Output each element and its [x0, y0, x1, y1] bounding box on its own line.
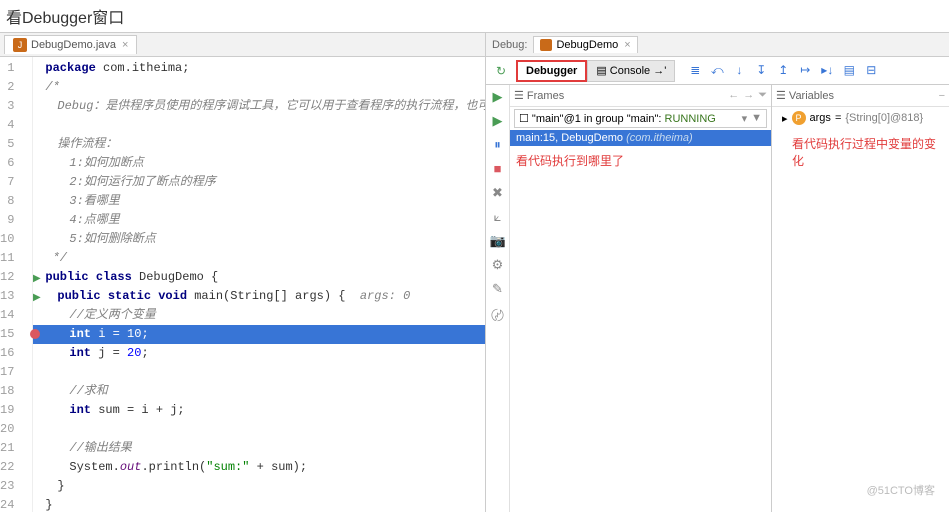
code-line[interactable] — [33, 363, 485, 382]
code-line[interactable]: System.out.println("sum:" + sum); — [33, 458, 485, 477]
editor-tab-label: DebugDemo.java — [31, 39, 116, 51]
debug-action-icon[interactable]: ■ — [490, 161, 506, 177]
debug-action-icon[interactable]: ✎ — [490, 281, 506, 297]
thread-label: ☐ "main"@1 in group "main": RUNNING — [519, 112, 716, 125]
frames-header: ☰ Frames ←→⏷ — [510, 85, 771, 107]
param-icon: P — [792, 111, 806, 125]
step-icon[interactable]: ↓ — [731, 63, 747, 79]
code-body[interactable]: package com.itheima;/*Debug：是供程序员使用的程序调试… — [33, 57, 485, 512]
debug-body: ▶▶⏸■✖⟀📷⚙✎〄 ☰ Frames ←→⏷ ☐ "main"@1 in gr… — [486, 85, 949, 512]
close-icon[interactable]: × — [122, 39, 128, 51]
code-line[interactable]: 5:如何删除断点 — [33, 230, 485, 249]
arrow-right-icon[interactable]: → — [743, 89, 754, 102]
code-line[interactable]: //输出结果 — [33, 439, 485, 458]
editor-tab[interactable]: J DebugDemo.java × — [4, 35, 137, 54]
debug-action-icon[interactable]: ⟀ — [490, 209, 506, 225]
step-icon[interactable]: ↥ — [775, 63, 791, 79]
variables-panel: ☰ Variables − ▸ P args = {String[0]@818}… — [772, 85, 949, 512]
variables-header: ☰ Variables − — [772, 85, 949, 107]
code-line[interactable]: Debug：是供程序员使用的程序调试工具，它可以用于查看程序的执行流程，也可以用… — [33, 97, 485, 116]
debug-action-icon[interactable]: ⚙ — [490, 257, 506, 273]
debug-action-icon[interactable]: 〄 — [490, 305, 506, 321]
run-gutter-icon[interactable]: ▶ — [33, 289, 41, 308]
gutter[interactable]: 1234567891011▶12▶13141516171819202122232… — [0, 57, 33, 512]
debug-header: Debug: DebugDemo × — [486, 33, 949, 57]
tab-console[interactable]: ▤ Console →' — [587, 60, 675, 82]
code-line[interactable]: } — [33, 477, 485, 496]
code-line[interactable]: int i = 10; — [33, 325, 485, 344]
app-window: J DebugDemo.java × 1234567891011▶12▶1314… — [0, 32, 949, 512]
code-line[interactable]: public static void main(String[] args) {… — [33, 287, 485, 306]
code-line[interactable]: } — [33, 496, 485, 512]
variable-value: {String[0]@818} — [845, 112, 923, 124]
debug-action-icon[interactable]: ✖ — [490, 185, 506, 201]
code-line[interactable]: 2:如何运行加了断点的程序 — [33, 173, 485, 192]
debug-left-toolbar: ▶ ▶ ⏸ ■ ✖ ⟀ 📷 ⚙ ✎ 〄 — [486, 85, 510, 512]
code-line[interactable]: //求和 — [33, 382, 485, 401]
rerun-icon[interactable]: ↻ — [490, 64, 512, 78]
code-line[interactable]: 3:看哪里 — [33, 192, 485, 211]
editor-pane: J DebugDemo.java × 1234567891011▶12▶1314… — [0, 33, 486, 512]
code-line[interactable]: //定义两个变量 — [33, 306, 485, 325]
debug-config-label: DebugDemo — [556, 39, 618, 51]
close-icon[interactable]: × — [624, 39, 630, 51]
annotation-frames: 看代码执行到哪里了 — [510, 146, 771, 175]
debug-action-icon[interactable]: ⏸ — [490, 137, 506, 153]
code-line[interactable]: 4:点哪里 — [33, 211, 485, 230]
debug-action-icon[interactable]: 📷 — [490, 233, 506, 249]
code-line[interactable]: int j = 20; — [33, 344, 485, 363]
chevron-down-icon[interactable]: ▾ — [742, 112, 748, 125]
thread-selector[interactable]: ☐ "main"@1 in group "main": RUNNING ▾▼ — [514, 109, 767, 128]
step-icon[interactable]: ⤺ — [709, 63, 725, 79]
step-buttons: ≣ ⤺ ↓ ↧ ↥ ↦ ▸↓ ▤ ⊟ — [687, 63, 879, 79]
step-icon[interactable]: ▸↓ — [819, 63, 835, 79]
debug-pane: Debug: DebugDemo × ↻ Debugger ▤ Console … — [486, 33, 949, 512]
watermark: @51CTO博客 — [867, 482, 935, 498]
step-icon[interactable]: ↧ — [753, 63, 769, 79]
code-line[interactable]: public class DebugDemo { — [33, 268, 485, 287]
breakpoint-icon[interactable] — [30, 329, 40, 339]
stack-frame[interactable]: main:15, DebugDemo (com.itheima) — [510, 130, 771, 146]
code-line[interactable]: 操作流程： — [33, 135, 485, 154]
variable-row[interactable]: ▸ P args = {String[0]@818} — [772, 107, 949, 129]
step-icon[interactable]: ↦ — [797, 63, 813, 79]
editor-tabbar: J DebugDemo.java × — [0, 33, 485, 57]
code-area[interactable]: 1234567891011▶12▶13141516171819202122232… — [0, 57, 485, 512]
code-line[interactable]: /* — [33, 78, 485, 97]
code-line[interactable]: package com.itheima; — [33, 59, 485, 78]
funnel-icon[interactable]: ▼ — [751, 112, 762, 125]
code-line[interactable]: */ — [33, 249, 485, 268]
debug-label: Debug: — [486, 39, 533, 51]
java-run-icon — [540, 39, 552, 51]
minus-icon[interactable]: − — [939, 90, 945, 102]
variable-name: args — [810, 112, 831, 124]
step-icon[interactable]: ⊟ — [863, 63, 879, 79]
debug-tab-group: Debugger ▤ Console →' — [516, 60, 675, 82]
debug-toolbar: ↻ Debugger ▤ Console →' ≣ ⤺ ↓ ↧ ↥ ↦ ▸↓ ▤ ⊟ — [486, 57, 949, 85]
page-title: 看Debugger窗口 — [0, 0, 949, 32]
filter-icon[interactable]: ⏷ — [758, 89, 767, 102]
code-line[interactable]: int sum = i + j; — [33, 401, 485, 420]
code-line[interactable] — [33, 420, 485, 439]
debug-action-icon[interactable]: ▶ — [490, 89, 506, 105]
arrow-left-icon[interactable]: ← — [728, 89, 739, 102]
tab-debugger[interactable]: Debugger — [516, 60, 587, 82]
step-icon[interactable]: ▤ — [841, 63, 857, 79]
frames-panel: ☰ Frames ←→⏷ ☐ "main"@1 in group "main":… — [510, 85, 772, 512]
java-file-icon: J — [13, 38, 27, 52]
annotation-vars: 看代码执行过程中变量的变化 — [772, 129, 949, 175]
run-gutter-icon[interactable]: ▶ — [33, 270, 41, 289]
debug-action-icon[interactable]: ▶ — [490, 113, 506, 129]
step-icon[interactable]: ≣ — [687, 63, 703, 79]
code-line[interactable]: 1:如何加断点 — [33, 154, 485, 173]
debug-config-tab[interactable]: DebugDemo × — [533, 36, 637, 53]
console-icon: ▤ — [596, 65, 609, 77]
code-line[interactable] — [33, 116, 485, 135]
